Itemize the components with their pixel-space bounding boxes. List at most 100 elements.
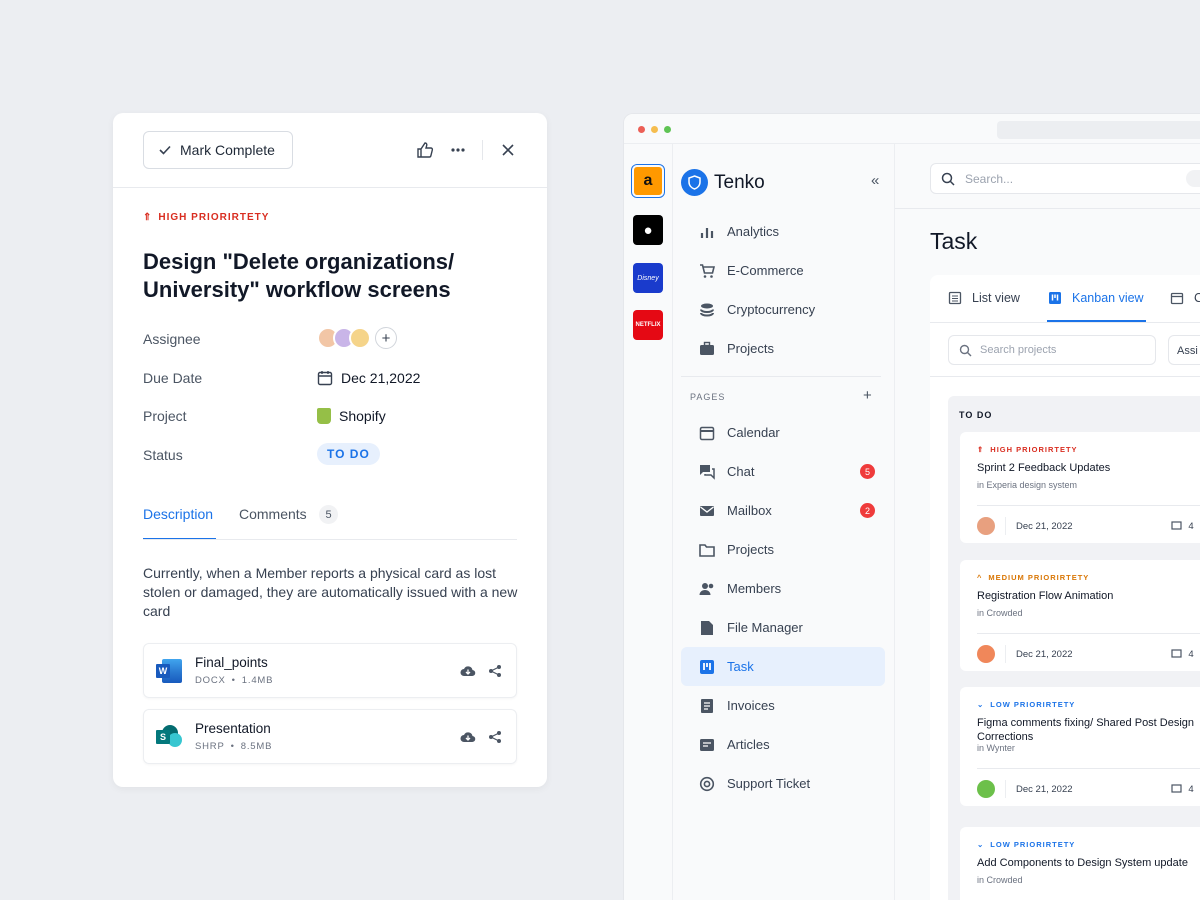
priority-label: ⇑ HIGH PRIORIRTETY xyxy=(143,212,269,223)
project-value[interactable]: Shopify xyxy=(317,408,386,424)
sidebar-item-articles[interactable]: Articles xyxy=(681,725,885,764)
close-window-button[interactable] xyxy=(638,126,645,133)
cloud-download-icon[interactable] xyxy=(460,664,476,678)
priority-icon: ⇑ xyxy=(977,445,985,454)
sidebar-item-label: Mailbox xyxy=(727,503,772,518)
sidebar-item-calendar[interactable]: Calendar xyxy=(681,413,885,452)
comment-icon xyxy=(1171,521,1183,530)
add-assignee-button[interactable]: + xyxy=(375,327,397,349)
column-title: TO DO xyxy=(959,410,993,420)
close-icon[interactable] xyxy=(501,143,515,157)
tab-calendar-view[interactable]: C xyxy=(1170,291,1200,305)
tab-description[interactable]: Description xyxy=(143,506,213,522)
tab-comments[interactable]: Comments xyxy=(239,506,307,522)
sharepoint-file-icon: S xyxy=(156,725,182,749)
attachment-item[interactable]: W Final_points DOCX • 1.4MB xyxy=(143,643,517,698)
thumbs-up-icon[interactable] xyxy=(416,141,434,159)
tab-label: Kanban view xyxy=(1072,291,1144,305)
tab-list-view[interactable]: List view xyxy=(948,291,1020,305)
address-bar[interactable] xyxy=(997,121,1200,139)
search-icon xyxy=(941,172,955,186)
sidebar-item-invoices[interactable]: Invoices xyxy=(681,686,885,725)
calendar-icon xyxy=(699,426,715,440)
share-icon[interactable] xyxy=(488,730,502,744)
collapse-sidebar-icon[interactable]: « xyxy=(871,172,879,189)
sidebar-item-e-commerce[interactable]: E-Commerce xyxy=(681,251,885,290)
mark-complete-button[interactable]: Mark Complete xyxy=(143,131,293,169)
sidebar-item-label: Support Ticket xyxy=(727,776,811,791)
cloud-download-icon[interactable] xyxy=(460,730,476,744)
sidebar-item-members[interactable]: Members xyxy=(681,569,885,608)
workspace-apple[interactable]: ● xyxy=(633,215,663,245)
sidebar-item-label: E-Commerce xyxy=(727,263,804,278)
brand: Tenko xyxy=(681,169,765,196)
workspace-netflix[interactable]: NETFLIX xyxy=(633,310,663,340)
app-window: a ● Disney NETFLIX Tenko « Analytics E-Co… xyxy=(623,113,1200,900)
sidebar-item-label: Task xyxy=(727,659,754,674)
sidebar-item-projects[interactable]: Projects xyxy=(681,329,885,368)
lifebuoy-icon xyxy=(699,776,715,791)
project-search-input[interactable]: Search projects xyxy=(948,335,1156,365)
more-options-icon[interactable] xyxy=(450,147,466,153)
brand-name: Tenko xyxy=(714,171,765,193)
divider xyxy=(930,376,1200,377)
file-type: DOCX xyxy=(195,675,226,686)
tab-label: List view xyxy=(972,291,1020,305)
divider xyxy=(977,633,1200,634)
users-icon xyxy=(699,582,714,595)
minimize-window-button[interactable] xyxy=(651,126,658,133)
sidebar-item-file-manager[interactable]: File Manager xyxy=(681,608,885,647)
due-date-text: Dec 21,2022 xyxy=(341,370,421,386)
task-card[interactable]: ⌄ LOW PRIORIRTETY Add Components to Design… xyxy=(960,827,1200,900)
maximize-window-button[interactable] xyxy=(664,126,671,133)
list-icon xyxy=(948,291,962,305)
assignee-filter-dropdown[interactable]: Assi xyxy=(1168,335,1200,365)
comment-count: 4 xyxy=(1188,520,1194,532)
assignee-label: Assignee xyxy=(143,331,201,347)
task-title: Figma comments fixing/ Shared Post Desig… xyxy=(977,717,1195,743)
sidebar-item-label: Articles xyxy=(727,737,770,752)
global-search-input[interactable]: Search... xyxy=(930,163,1200,194)
tab-kanban-view[interactable]: Kanban view xyxy=(1048,291,1144,305)
workspace-disney[interactable]: Disney xyxy=(633,263,663,293)
comment-icon xyxy=(1171,784,1183,793)
sidebar-item-task[interactable]: Task xyxy=(681,647,885,686)
divider xyxy=(977,505,1200,506)
sidebar-item-label: Chat xyxy=(727,464,755,479)
sidebar-item-projects[interactable]: Projects xyxy=(681,530,885,569)
search-placeholder: Search... xyxy=(965,171,1014,186)
task-project: in Experia design system xyxy=(977,480,1078,490)
sidebar-item-label: Projects xyxy=(727,341,774,356)
share-icon[interactable] xyxy=(488,664,502,678)
task-title: Registration Flow Animation xyxy=(977,590,1114,602)
status-badge[interactable]: TO DO xyxy=(317,443,380,465)
mark-complete-label: Mark Complete xyxy=(180,142,275,158)
sidebar-item-cryptocurrency[interactable]: Cryptocurrency xyxy=(681,290,885,329)
avatar[interactable] xyxy=(977,517,995,535)
task-project: in Crowded xyxy=(977,875,1023,885)
task-card[interactable]: ⌄ LOW PRIORIRTETY Figma comments fixing/ S… xyxy=(960,687,1200,806)
avatar[interactable] xyxy=(349,327,371,349)
word-file-icon: W xyxy=(156,659,182,683)
task-card[interactable]: ^ MEDIUM PRIORIRTETY Registration Flow Ani… xyxy=(960,560,1200,671)
workspace-amazon[interactable]: a xyxy=(631,164,665,198)
sidebar-item-analytics[interactable]: Analytics xyxy=(681,212,885,251)
priority-label: ⌄ LOW PRIORIRTETY xyxy=(977,840,1075,849)
sidebar-item-mailbox[interactable]: Mailbox 2 xyxy=(681,491,885,530)
task-card[interactable]: ⇑ HIGH PRIORIRTETY Sprint 2 Feedback Updat… xyxy=(960,432,1200,543)
avatar[interactable] xyxy=(977,645,995,663)
file-icon xyxy=(701,620,713,635)
avatar[interactable] xyxy=(977,780,995,798)
due-date: Dec 21, 2022 xyxy=(1016,520,1073,532)
due-date-value[interactable]: Dec 21,2022 xyxy=(317,370,420,386)
sidebar-item-chat[interactable]: Chat 5 xyxy=(681,452,885,491)
task-board: List view Kanban view C Search projects As… xyxy=(930,275,1200,900)
divider xyxy=(113,187,547,188)
sidebar-item-support-ticket[interactable]: Support Ticket xyxy=(681,764,885,803)
project-text: Shopify xyxy=(339,408,386,424)
add-page-button[interactable]: + xyxy=(863,387,872,404)
task-title: Sprint 2 Feedback Updates xyxy=(977,462,1111,474)
kanban-column-todo: TO DO ⇑ HIGH PRIORIRTETY Sprint 2 Feedback… xyxy=(948,396,1200,900)
attachment-item[interactable]: S Presentation SHRP • 8.5MB xyxy=(143,709,517,764)
file-name: Final_points xyxy=(195,655,268,670)
